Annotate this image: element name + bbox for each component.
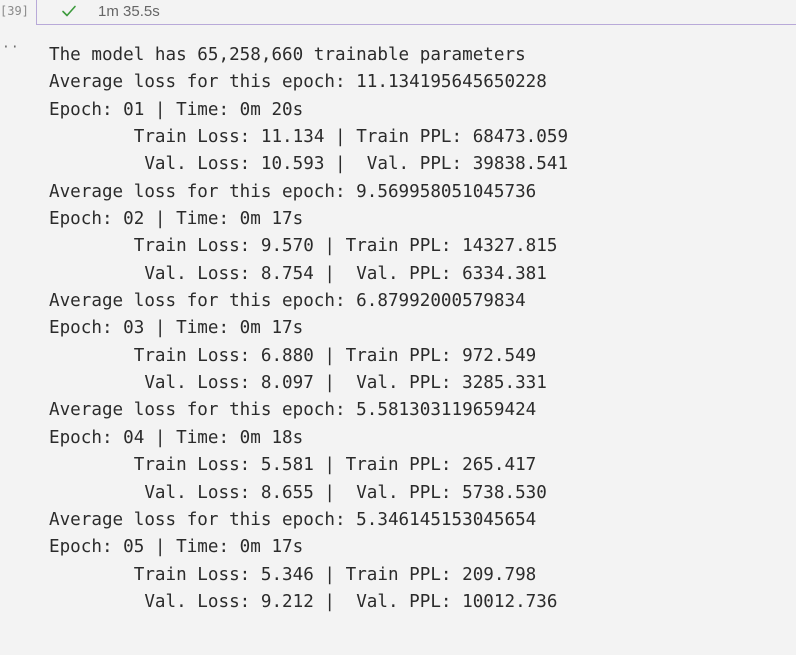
output-line: Val. Loss: 9.212 | Val. PPL: 10012.736 xyxy=(49,591,558,612)
cell-output: The model has 65,258,660 trainable param… xyxy=(49,42,568,616)
output-line: Average loss for this epoch: 6.879920005… xyxy=(49,291,526,312)
output-line: Val. Loss: 8.097 | Val. PPL: 3285.331 xyxy=(49,373,547,394)
notebook-cell: [39] 1m 35.5s ·· The model has 65,258,66… xyxy=(0,0,796,655)
output-line: Train Loss: 11.134 | Train PPL: 68473.05… xyxy=(49,127,569,148)
output-line: Epoch: 05 | Time: 0m 17s xyxy=(49,537,304,558)
execution-duration: 1m 35.5s xyxy=(98,3,160,20)
output-line: Average loss for this epoch: 5.346145153… xyxy=(49,509,537,530)
output-line: Average loss for this epoch: 11.13419564… xyxy=(49,72,547,93)
cell-status-bar: 1m 35.5s xyxy=(36,0,796,25)
output-line: Train Loss: 5.346 | Train PPL: 209.798 xyxy=(49,564,537,585)
checkmark-icon xyxy=(62,5,76,17)
output-line: Train Loss: 6.880 | Train PPL: 972.549 xyxy=(49,345,537,366)
output-more-actions-icon[interactable]: ·· xyxy=(2,40,20,55)
output-line: Epoch: 04 | Time: 0m 18s xyxy=(49,427,304,448)
output-line: Train Loss: 5.581 | Train PPL: 265.417 xyxy=(49,455,537,476)
output-line: Val. Loss: 10.593 | Val. PPL: 39838.541 xyxy=(49,154,569,175)
output-line: Val. Loss: 8.754 | Val. PPL: 6334.381 xyxy=(49,263,547,284)
execution-count: [39] xyxy=(0,4,29,18)
output-line: Average loss for this epoch: 5.581303119… xyxy=(49,400,537,421)
output-line: Train Loss: 9.570 | Train PPL: 14327.815 xyxy=(49,236,558,257)
output-line: Epoch: 02 | Time: 0m 17s xyxy=(49,209,304,230)
output-line: Average loss for this epoch: 9.569958051… xyxy=(49,181,537,202)
output-line: Epoch: 01 | Time: 0m 20s xyxy=(49,99,304,120)
output-line: Epoch: 03 | Time: 0m 17s xyxy=(49,318,304,339)
output-line: Val. Loss: 8.655 | Val. PPL: 5738.530 xyxy=(49,482,547,503)
output-line: The model has 65,258,660 trainable param… xyxy=(49,45,526,65)
